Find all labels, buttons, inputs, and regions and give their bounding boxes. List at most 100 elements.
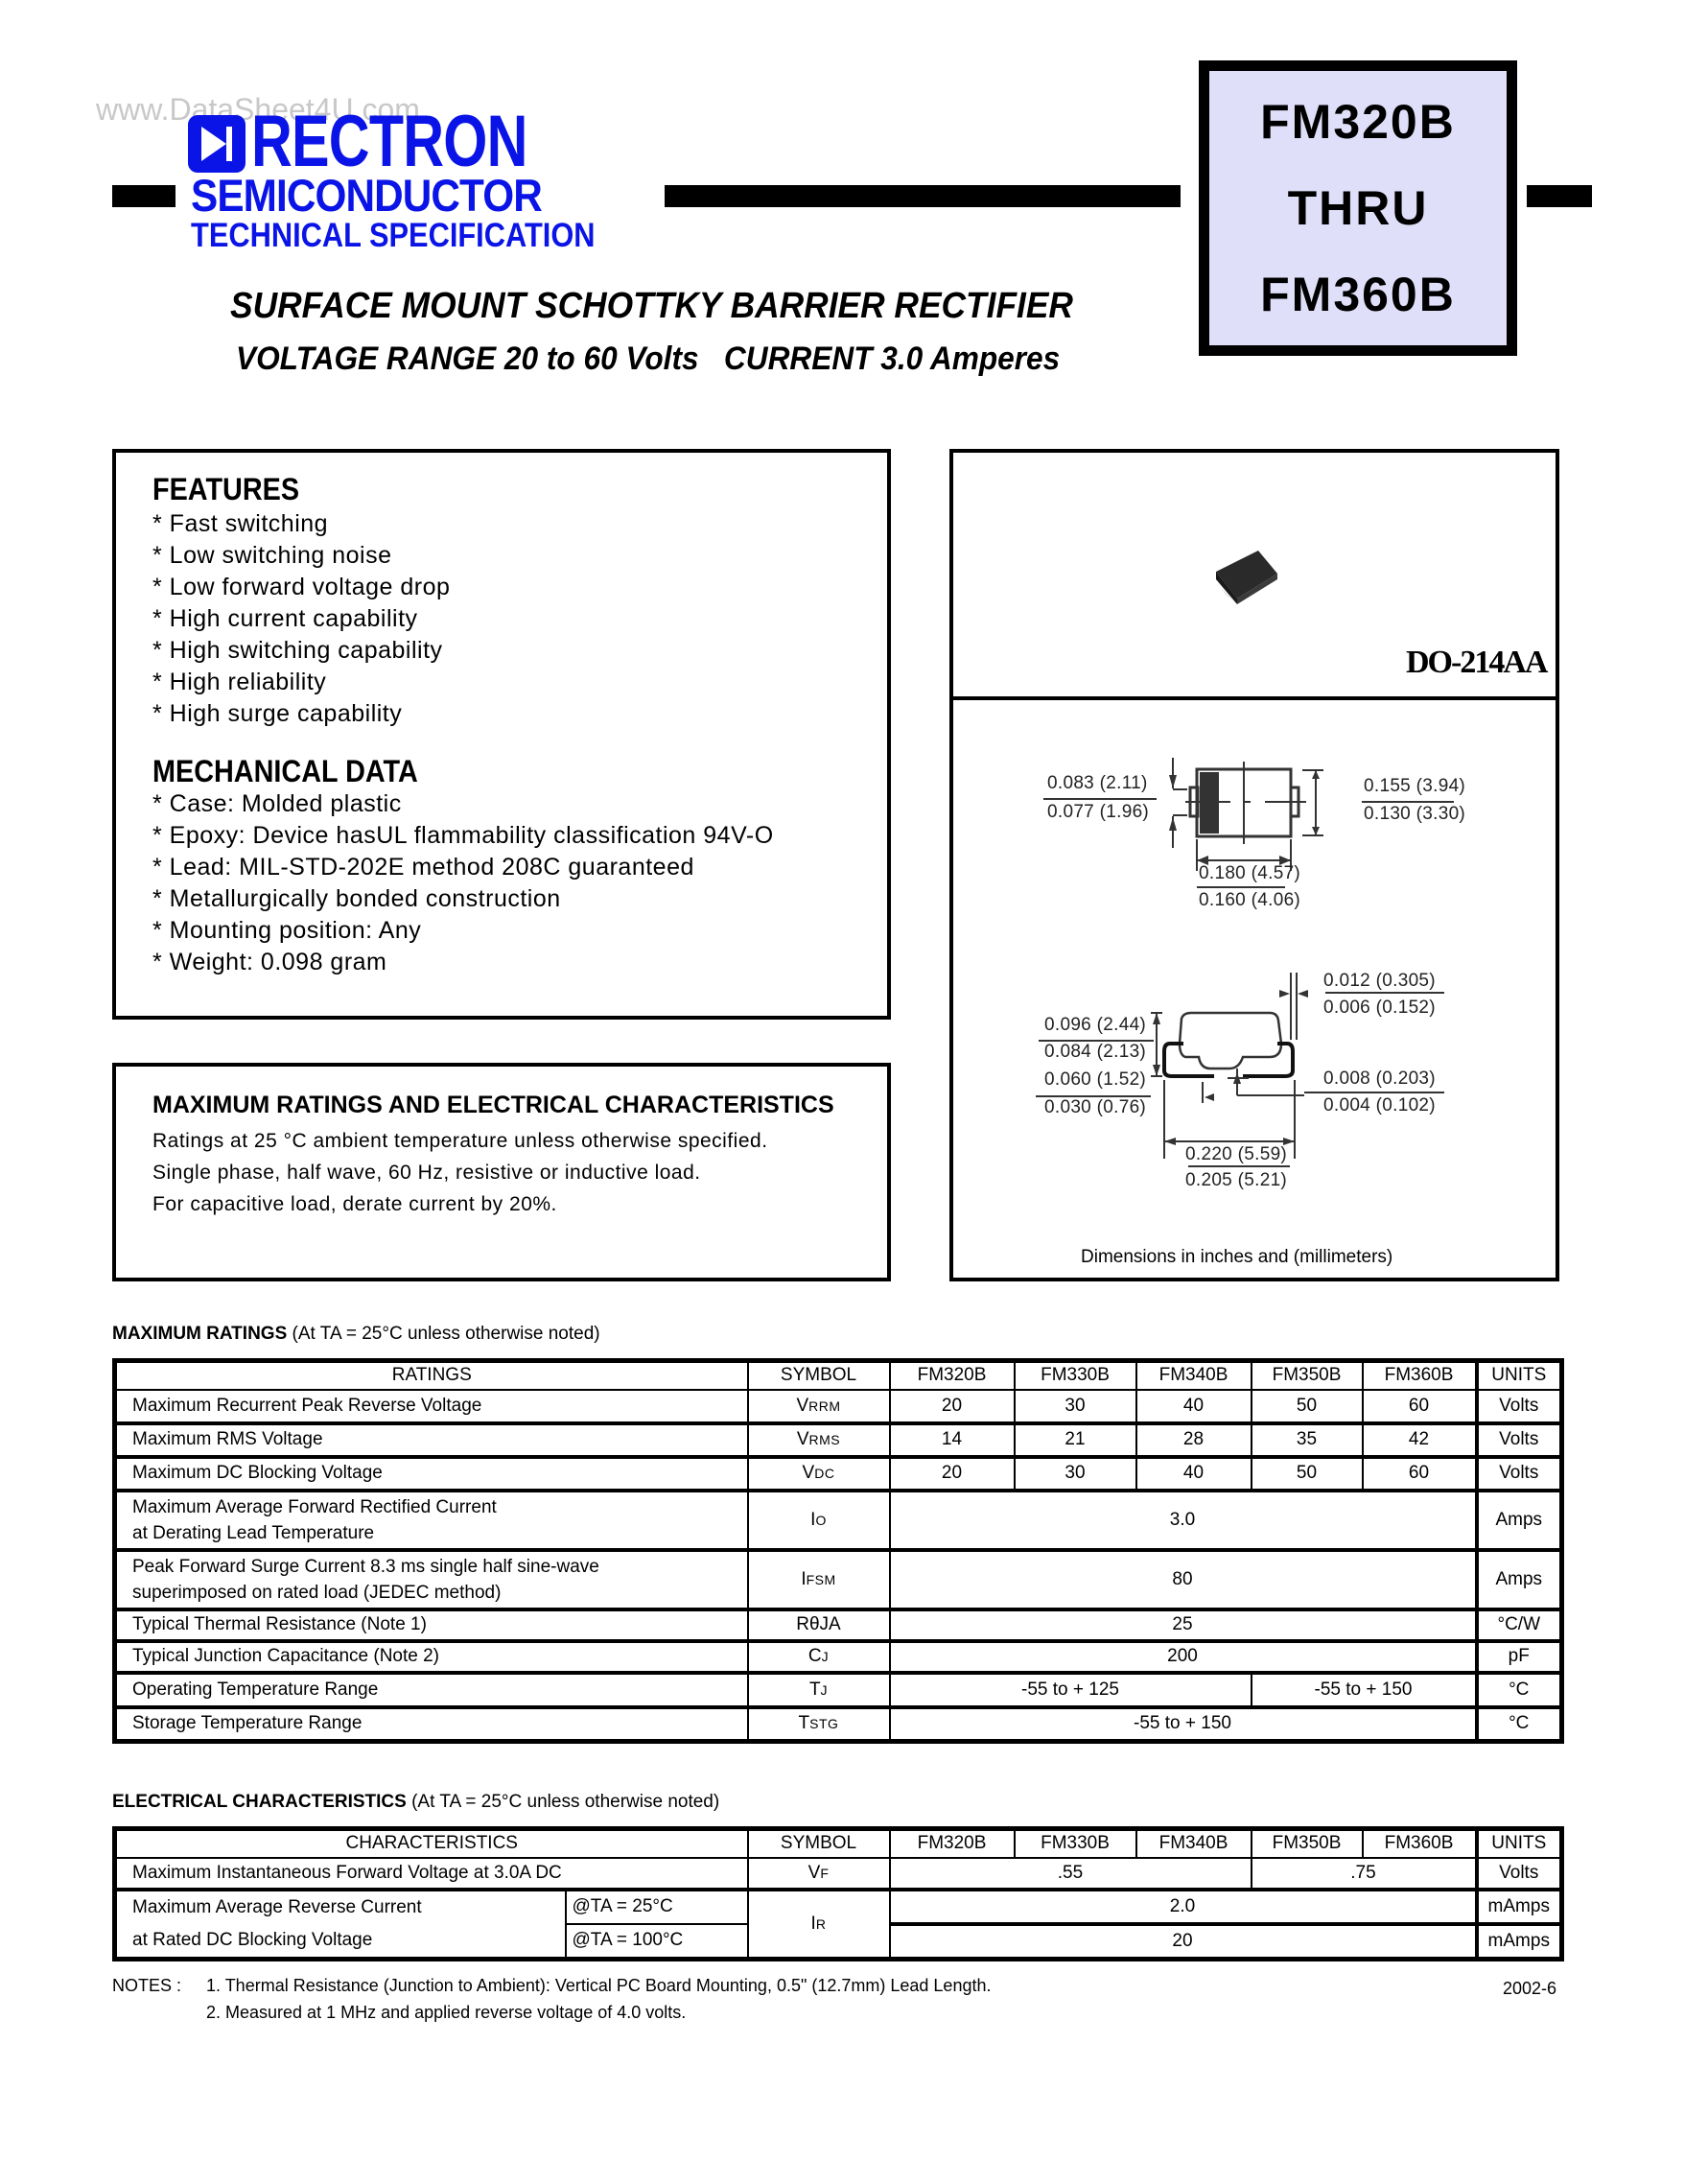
ratings-note-line: Single phase, half wave, 60 Hz, resistiv… [152, 1162, 701, 1184]
param-cell: Maximum RMS Voltage [113, 1421, 749, 1459]
table-row: Typical Junction Capacitance (Note 2) CJ 2… [113, 1639, 1563, 1675]
param-cell: Maximum Average Reverse Current at Rated… [113, 1888, 567, 1960]
table-row: Maximum DC Blocking Voltage VDC 20 30 40 50 60… [113, 1455, 1563, 1492]
table-row: Maximum Recurrent Peak Reverse Voltage VR… [113, 1388, 1563, 1425]
part-start: FM320B [1260, 95, 1456, 149]
symbol-cell: VDC [746, 1455, 891, 1492]
col-header: FM340B [1135, 1827, 1252, 1859]
col-header: CHARACTERISTICS [113, 1827, 749, 1859]
param-line: Maximum Average Reverse Current [132, 1896, 422, 1917]
symbol-main: V [796, 1395, 809, 1416]
symbol-sub: F [820, 1865, 830, 1881]
value-cell: 20 [888, 1922, 1478, 1961]
package-side-view-drawing [1151, 973, 1308, 1159]
ratings-note-line: For capacitive load, derate current by 2… [152, 1193, 557, 1215]
list-item: * High reliability [152, 669, 327, 695]
value-cell: 50 [1250, 1388, 1364, 1425]
param-cell: Typical Thermal Resistance (Note 1) [113, 1608, 749, 1643]
unit-cell: Volts [1474, 1388, 1563, 1425]
max-ratings-table: RATINGS SYMBOL FM320B FM330B FM340B FM350B FM3… [112, 1358, 1564, 1744]
value-cell: -55 to + 150 [888, 1705, 1478, 1744]
value-cell: 14 [888, 1421, 1016, 1459]
param-line: superimposed on rated load (JEDEC method… [132, 1582, 502, 1603]
symbol-cell: TJ [746, 1671, 891, 1709]
list-item: * Weight: 0.098 gram [152, 949, 387, 975]
max-ratings-heading: MAXIMUM RATINGS (At TA = 25°C unless oth… [112, 1324, 600, 1345]
symbol-sub: FSM [806, 1571, 836, 1587]
list-item: * High current capability [152, 605, 418, 632]
value-cell: 80 [888, 1548, 1478, 1611]
list-item: * Fast switching [152, 510, 329, 537]
note-item: 2. Measured at 1 MHz and applied reverse… [206, 2003, 687, 2022]
value-cell: .55 [888, 1856, 1252, 1891]
dim-rule [1362, 801, 1454, 803]
symbol-sub: STG [809, 1716, 839, 1732]
dim-label: 0.012 (0.305) [1323, 971, 1436, 991]
table-row: Storage Temperature Range TSTG -55 to + 15… [113, 1705, 1563, 1744]
ratings-note-heading: MAXIMUM RATINGS AND ELECTRICAL CHARACTER… [152, 1092, 834, 1118]
brand-division: SEMICONDUCTOR [191, 170, 543, 221]
col-header: RATINGS [113, 1359, 749, 1391]
unit-cell: Volts [1474, 1421, 1563, 1459]
dim-label: 0.096 (2.44) [1044, 1015, 1147, 1035]
list-item: * Low forward voltage drop [152, 574, 451, 600]
value-cell: 20 [888, 1388, 1016, 1425]
symbol-main: RθJA [796, 1614, 841, 1634]
symbol-cell: VF [746, 1856, 891, 1891]
symbol-cell: VRRM [746, 1388, 891, 1425]
symbol-main: T [798, 1713, 810, 1734]
max-ratings-heading-note: (At TA = 25°C unless otherwise noted) [287, 1324, 600, 1344]
col-header: FM340B [1135, 1359, 1252, 1391]
dim-label: 0.180 (4.57) [1199, 863, 1301, 883]
note-item: 1. Thermal Resistance (Junction to Ambie… [206, 1976, 992, 1995]
dim-rule [1188, 1165, 1290, 1167]
dim-rule [1197, 886, 1285, 888]
symbol-sub: R [815, 1915, 827, 1932]
col-header: FM360B [1361, 1359, 1478, 1391]
symbol-cell: TSTG [746, 1705, 891, 1744]
elec-chars-heading-bold: ELECTRICAL CHARACTERISTICS [112, 1792, 407, 1812]
param-cell: Maximum Recurrent Peak Reverse Voltage [113, 1388, 749, 1425]
col-header: UNITS [1474, 1359, 1563, 1391]
unit-cell: mAmps [1474, 1888, 1563, 1926]
condition-cell: @TA = 25°C [564, 1888, 749, 1925]
unit-cell: Volts [1474, 1455, 1563, 1492]
param-line: at Derating Lead Temperature [132, 1522, 375, 1543]
elec-chars-heading-note: (At TA = 25°C unless otherwise noted) [406, 1792, 720, 1812]
value-cell: 2.0 [888, 1888, 1478, 1926]
dim-label: 0.030 (0.76) [1044, 1097, 1147, 1117]
header-rule-right [1527, 185, 1592, 207]
dimensions-caption: Dimensions in inches and (millimeters) [1081, 1247, 1393, 1267]
col-header: FM360B [1361, 1827, 1478, 1859]
param-line: Maximum Average Forward Rectified Curren… [132, 1496, 497, 1517]
header-rule-middle [665, 185, 1181, 207]
list-item: * Low switching noise [152, 542, 392, 569]
ratings-note-box: MAXIMUM RATINGS AND ELECTRICAL CHARACTER… [112, 1063, 891, 1281]
package-name: DO-214AA [1406, 645, 1548, 680]
value-cell: 25 [888, 1608, 1478, 1643]
features-heading: FEATURES [152, 472, 300, 506]
value-cell: 21 [1013, 1421, 1137, 1459]
symbol-sub: J [821, 1649, 830, 1664]
product-title: SURFACE MOUNT SCHOTTKY BARRIER RECTIFIER [230, 286, 1073, 326]
table-row: Typical Thermal Resistance (Note 1) RθJA 2… [113, 1608, 1563, 1643]
table-header-row: CHARACTERISTICS SYMBOL FM320B FM330B FM3… [113, 1827, 1563, 1859]
value-cell: 20 [888, 1455, 1016, 1492]
list-item: * High switching capability [152, 637, 443, 664]
value-cell: 60 [1361, 1388, 1478, 1425]
part-end: FM360B [1260, 268, 1456, 321]
list-item: * Lead: MIL-STD-202E method 208C guarant… [152, 854, 694, 881]
list-item: * High surge capability [152, 700, 403, 727]
part-thru: THRU [1287, 181, 1429, 235]
col-header: FM330B [1013, 1827, 1137, 1859]
value-cell: 3.0 [888, 1489, 1478, 1552]
table-row: Maximum Average Reverse Current at Rated… [113, 1888, 1563, 1960]
param-cell: Maximum Average Forward Rectified Curren… [113, 1489, 749, 1552]
dim-label: 0.060 (1.52) [1044, 1069, 1147, 1090]
col-header: FM320B [888, 1359, 1016, 1391]
header-rule-left [112, 185, 175, 207]
symbol-cell: IR [746, 1888, 891, 1960]
unit-cell: °C [1474, 1705, 1563, 1744]
list-item: * Epoxy: Device hasUL flammability class… [152, 822, 774, 849]
symbol-cell: RθJA [746, 1608, 891, 1643]
